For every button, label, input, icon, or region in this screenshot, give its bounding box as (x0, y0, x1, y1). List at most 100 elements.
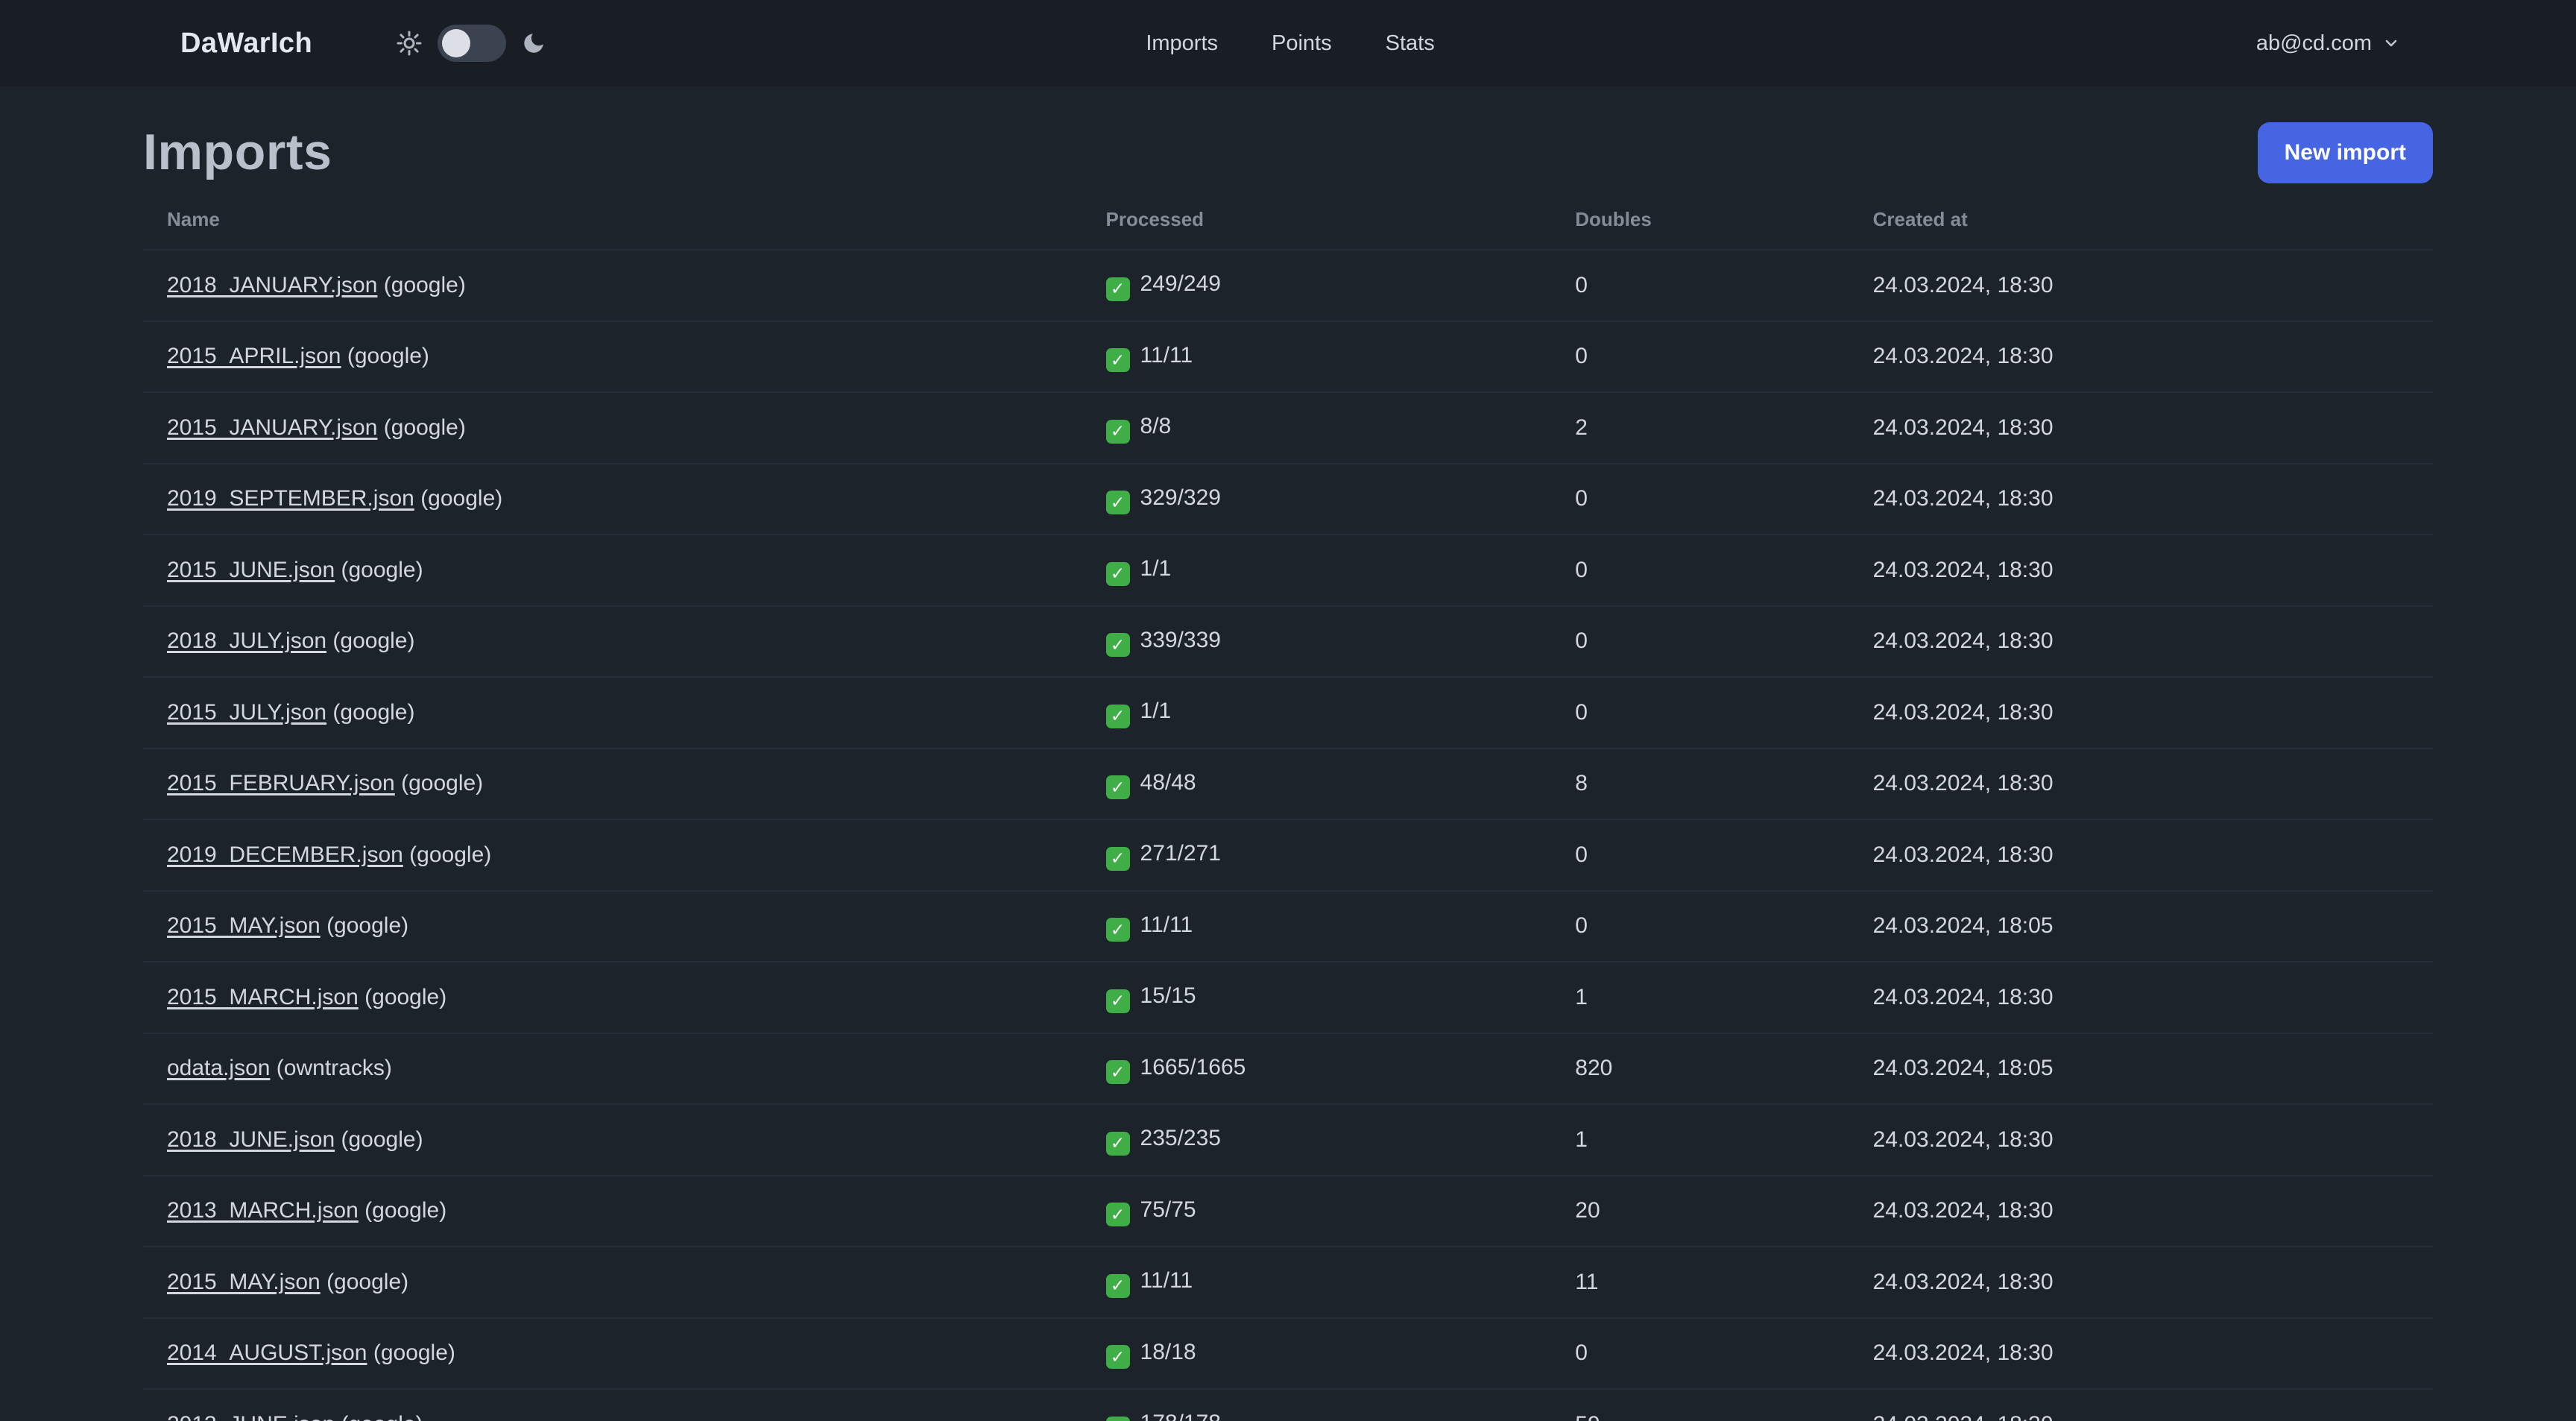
import-row: 2013_JUNE.json (google) 178/178 59 24.03… (143, 1389, 2433, 1421)
import-processed-cell: 11/11 (1082, 321, 1552, 393)
import-file-link[interactable]: 2015_JUNE.json (167, 558, 335, 582)
import-name-cell: 2019_SEPTEMBER.json (google) (143, 463, 1082, 535)
import-created-cell: 24.03.2024, 18:30 (1849, 535, 2433, 607)
import-name-cell: 2015_FEBRUARY.json (google) (143, 748, 1082, 820)
app-screen: DaWarIch Imports Points Stats ab@cd.com … (0, 0, 2576, 1421)
top-navbar: DaWarIch Imports Points Stats ab@cd.com (0, 0, 2576, 86)
import-source: (google) (341, 1412, 423, 1421)
import-file-link[interactable]: 2015_MAY.json (167, 913, 321, 938)
import-file-link[interactable]: 2015_APRIL.json (167, 344, 341, 368)
processed-count: 249/249 (1140, 271, 1221, 296)
imports-table: Name Processed Doubles Created at 2018_J… (143, 189, 2433, 1421)
import-name-cell: 2018_JANUARY.json (google) (143, 250, 1082, 322)
check-icon (1105, 1131, 1130, 1156)
moon-icon (521, 31, 546, 56)
import-name-cell: 2015_JULY.json (google) (143, 677, 1082, 749)
import-row: 2015_MAY.json (google) 11/11 11 24.03.20… (143, 1247, 2433, 1319)
import-file-link[interactable]: 2019_DECEMBER.json (167, 842, 403, 867)
nav-link-imports[interactable]: Imports (1146, 31, 1218, 56)
import-source: (google) (332, 628, 415, 654)
import-created-cell: 24.03.2024, 18:30 (1849, 1175, 2433, 1247)
import-created-cell: 24.03.2024, 18:30 (1849, 819, 2433, 892)
navbar-left: DaWarIch (180, 25, 1146, 62)
import-created-cell: 24.03.2024, 18:30 (1849, 1104, 2433, 1176)
import-created-cell: 24.03.2024, 18:05 (1849, 1033, 2433, 1105)
check-icon (1105, 846, 1130, 871)
import-doubles-cell: 0 (1551, 1317, 1849, 1390)
import-doubles-cell: 59 (1551, 1389, 1849, 1421)
import-processed-cell: 1/1 (1082, 677, 1552, 749)
import-source: (google) (332, 699, 415, 725)
import-file-link[interactable]: 2018_JULY.json (167, 628, 326, 653)
import-name-cell: 2014_AUGUST.json (google) (143, 1317, 1082, 1390)
processed-count: 235/235 (1140, 1126, 1221, 1150)
column-header-doubles: Doubles (1551, 189, 1849, 251)
import-created-cell: 24.03.2024, 18:30 (1849, 605, 2433, 678)
import-row: 2019_SEPTEMBER.json (google) 329/329 0 2… (143, 463, 2433, 535)
import-file-link[interactable]: 2014_AUGUST.json (167, 1340, 367, 1365)
import-file-link[interactable]: 2018_JUNE.json (167, 1127, 335, 1152)
check-icon (1105, 277, 1130, 301)
import-created-cell: 24.03.2024, 18:30 (1849, 463, 2433, 535)
import-processed-cell: 1665/1665 (1082, 1033, 1552, 1105)
processed-count: 1/1 (1140, 699, 1172, 723)
import-processed-cell: 271/271 (1082, 819, 1552, 892)
import-created-cell: 24.03.2024, 18:30 (1849, 321, 2433, 393)
new-import-button[interactable]: New import (2257, 122, 2433, 183)
check-icon (1105, 348, 1130, 372)
processed-count: 329/329 (1140, 485, 1221, 510)
nav-link-stats[interactable]: Stats (1386, 31, 1435, 56)
import-doubles-cell: 0 (1551, 819, 1849, 892)
import-file-link[interactable]: 2015_MAY.json (167, 1270, 321, 1294)
import-created-cell: 24.03.2024, 18:30 (1849, 1317, 2433, 1390)
account-dropdown[interactable]: ab@cd.com (1435, 31, 2400, 56)
theme-toggle[interactable] (396, 25, 546, 62)
nav-link-points[interactable]: Points (1272, 31, 1332, 56)
imports-table-body: 2018_JANUARY.json (google) 249/249 0 24.… (143, 250, 2433, 1421)
import-doubles-cell: 2 (1551, 392, 1849, 464)
import-name-cell: 2013_JUNE.json (google) (143, 1389, 1082, 1421)
import-processed-cell: 75/75 (1082, 1175, 1552, 1247)
check-icon (1105, 419, 1130, 444)
processed-count: 1665/1665 (1140, 1054, 1246, 1080)
import-file-link[interactable]: 2015_FEBRUARY.json (167, 771, 395, 795)
import-file-link[interactable]: 2013_JUNE.json (167, 1412, 335, 1421)
import-processed-cell: 339/339 (1082, 605, 1552, 678)
import-created-cell: 24.03.2024, 18:30 (1849, 962, 2433, 1034)
page-header: Imports New import (143, 122, 2433, 183)
import-row: 2018_JULY.json (google) 339/339 0 24.03.… (143, 605, 2433, 678)
import-file-link[interactable]: 2015_MARCH.json (167, 985, 359, 1009)
import-file-link[interactable]: odata.json (167, 1056, 270, 1080)
import-doubles-cell: 1 (1551, 962, 1849, 1034)
check-icon (1105, 1273, 1130, 1298)
import-processed-cell: 329/329 (1082, 463, 1552, 535)
brand-logo[interactable]: DaWarIch (180, 28, 312, 60)
import-doubles-cell: 0 (1551, 890, 1849, 962)
check-icon (1105, 704, 1130, 728)
import-processed-cell: 11/11 (1082, 1247, 1552, 1319)
column-header-created-at: Created at (1849, 189, 2433, 251)
theme-switch[interactable] (438, 25, 507, 62)
import-file-link[interactable]: 2019_SEPTEMBER.json (167, 486, 414, 511)
import-source: (google) (341, 557, 423, 582)
import-file-link[interactable]: 2015_JULY.json (167, 700, 326, 725)
import-file-link[interactable]: 2018_JANUARY.json (167, 273, 377, 297)
check-icon (1105, 775, 1130, 799)
processed-count: 178/178 (1140, 1411, 1221, 1421)
check-icon (1105, 633, 1130, 657)
import-name-cell: 2018_JULY.json (google) (143, 605, 1082, 678)
import-doubles-cell: 1 (1551, 1104, 1849, 1176)
processed-count: 339/339 (1140, 627, 1221, 652)
import-doubles-cell: 0 (1551, 605, 1849, 678)
check-icon (1105, 1060, 1130, 1084)
import-file-link[interactable]: 2015_JANUARY.json (167, 415, 377, 440)
table-header-row: Name Processed Doubles Created at (143, 189, 2433, 251)
import-source: (google) (409, 842, 492, 867)
processed-count: 11/11 (1140, 342, 1193, 368)
import-row: 2018_JUNE.json (google) 235/235 1 24.03.… (143, 1104, 2433, 1176)
import-processed-cell: 48/48 (1082, 748, 1552, 820)
import-created-cell: 24.03.2024, 18:30 (1849, 1247, 2433, 1319)
import-row: 2015_MAY.json (google) 11/11 0 24.03.202… (143, 890, 2433, 962)
import-doubles-cell: 0 (1551, 250, 1849, 322)
import-file-link[interactable]: 2013_MARCH.json (167, 1198, 359, 1223)
